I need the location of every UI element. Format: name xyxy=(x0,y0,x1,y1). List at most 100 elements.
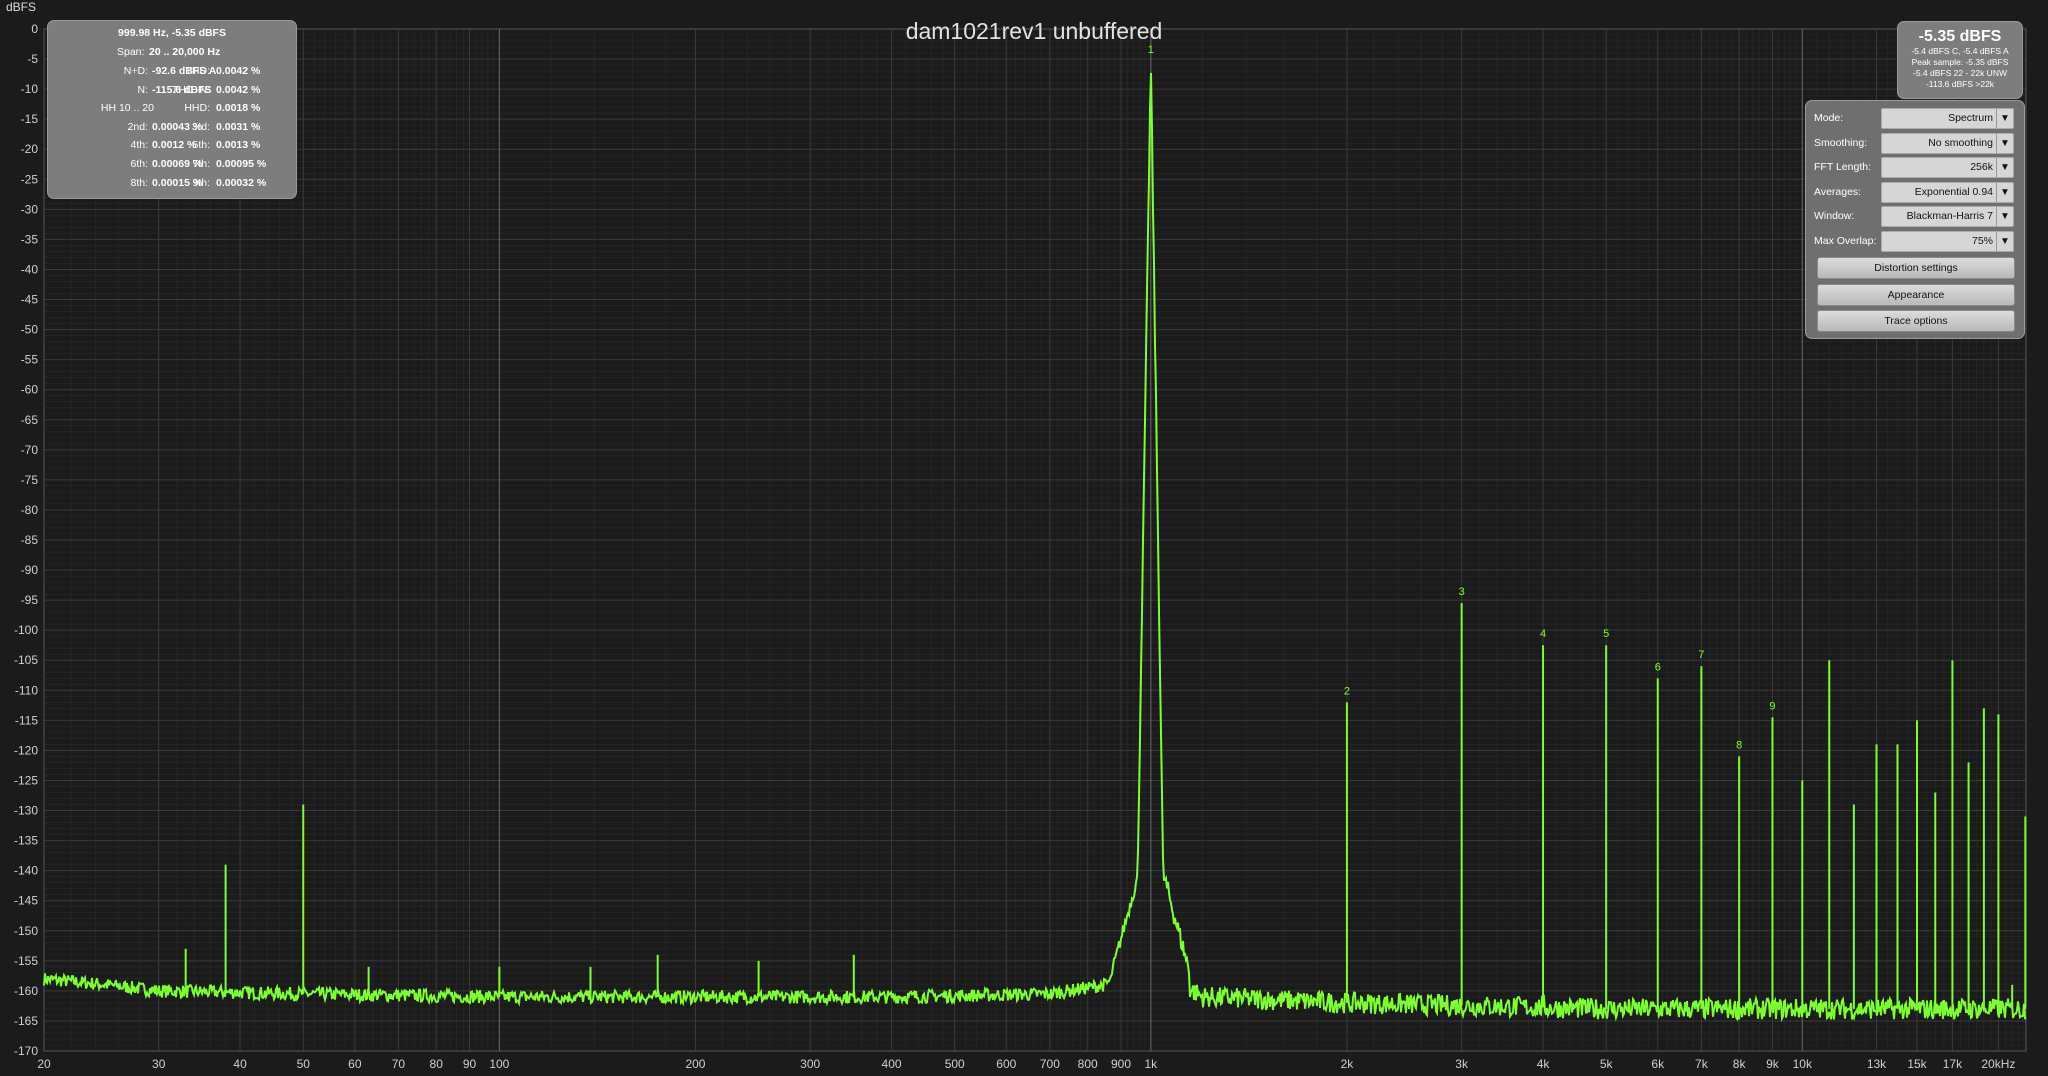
stats-row: HH 10 .. 20 HHD: 0.0018 % xyxy=(48,102,296,117)
setting-label: Averages: xyxy=(1814,185,1862,198)
setting-dropdown[interactable]: Exponential 0.94 ▼ xyxy=(1881,181,2014,203)
setting-row: Averages: Exponential 0.94 ▼ xyxy=(1806,181,2024,203)
harmonic-label: 9 xyxy=(1769,700,1775,712)
stats-row: 8th: 0.00015 % 9th: 0.00032 % xyxy=(48,177,296,192)
stats-row: 4th: 0.0012 % 5th: 0.0013 % xyxy=(48,139,296,154)
setting-dropdown[interactable]: No smoothing ▼ xyxy=(1881,132,2014,154)
y-tick-label: -85 xyxy=(21,533,39,547)
y-tick-label: -100 xyxy=(14,623,38,637)
y-tick-label: -130 xyxy=(14,804,38,818)
level-line-2: Peak sample: -5.35 dBFS xyxy=(1911,57,2009,67)
level-line-1: -5.4 dBFS C, -5.4 dBFS A xyxy=(1911,46,2009,56)
x-tick-label: 50 xyxy=(297,1057,311,1071)
stats-row: N+D: -92.6 dBFS A THD: 0.0042 % xyxy=(48,65,296,80)
x-tick-label: 400 xyxy=(882,1057,902,1071)
stat-value: 0.0042 % xyxy=(216,65,261,77)
setting-value: Exponential 0.94 xyxy=(1914,185,1993,198)
stat-label: 9th: xyxy=(192,176,210,189)
stats-header: 999.98 Hz, -5.35 dBFS xyxy=(48,27,296,42)
y-tick-label: -170 xyxy=(14,1044,38,1058)
trace-options-button[interactable]: Trace options xyxy=(1817,310,2015,332)
setting-dropdown[interactable]: 75% ▼ xyxy=(1881,231,2014,252)
stat-label: 3rd: xyxy=(191,120,210,133)
x-tick-label: 500 xyxy=(945,1057,965,1071)
stats-row: 2nd: 0.00043 % 3rd: 0.0031 % xyxy=(48,121,296,136)
x-tick-label: 900 xyxy=(1111,1057,1131,1071)
setting-value: No smoothing xyxy=(1928,136,1993,149)
stat-value: 0.0018 % xyxy=(216,102,261,115)
y-tick-label: -55 xyxy=(21,353,39,367)
stat-value: 0.00032 % xyxy=(216,176,267,189)
y-tick-label: -10 xyxy=(21,82,39,96)
y-tick-label: -45 xyxy=(21,293,39,307)
x-tick-label: 600 xyxy=(996,1057,1016,1071)
y-tick-label: -35 xyxy=(21,232,39,246)
x-tick-label: 60 xyxy=(348,1057,362,1071)
y-tick-label: -5 xyxy=(27,52,38,66)
stat-label: THD: xyxy=(185,65,211,77)
level-line-4: -113.6 dBFS >22k xyxy=(1925,79,1995,89)
y-tick-label: -125 xyxy=(14,773,38,787)
x-tick-label: 2k xyxy=(1341,1057,1355,1071)
y-tick-label: -20 xyxy=(21,142,39,156)
setting-label: FFT Length: xyxy=(1814,161,1872,174)
y-tick-label: -115 xyxy=(15,713,38,727)
setting-dropdown[interactable]: 256k ▼ xyxy=(1881,157,2014,179)
y-tick-label: -160 xyxy=(14,984,38,998)
x-tick-label: 300 xyxy=(800,1057,820,1071)
setting-value: 256k xyxy=(1970,161,1993,174)
harmonic-label: 6 xyxy=(1655,661,1661,673)
y-tick-label: -140 xyxy=(14,864,38,878)
chevron-down-icon: ▼ xyxy=(1996,207,2013,227)
y-tick-label: -110 xyxy=(15,683,38,697)
level-value: -5.35 dBFS xyxy=(1918,28,2002,45)
x-tick-label: 800 xyxy=(1078,1057,1098,1071)
spectrum-plot[interactable]: 0-5-10-15-20-25-30-35-40-45-50-55-60-65-… xyxy=(0,0,2048,1076)
stat-label: N: xyxy=(137,83,149,96)
stat-label: 8th: xyxy=(130,176,148,189)
x-tick-label: 10k xyxy=(1793,1057,1813,1071)
setting-label: Smoothing: xyxy=(1814,136,1868,149)
stat-label: 2nd: xyxy=(127,120,148,133)
x-tick-label: 90 xyxy=(463,1057,477,1071)
harmonic-label: 8 xyxy=(1736,739,1742,751)
setting-dropdown[interactable]: Blackman-Harris 7 ▼ xyxy=(1881,206,2014,228)
y-tick-label: -80 xyxy=(21,503,39,517)
x-tick-label: 70 xyxy=(392,1057,406,1071)
y-tick-label: -50 xyxy=(21,323,39,337)
stat-label: 5th: xyxy=(192,139,210,152)
y-tick-label: -150 xyxy=(14,924,38,938)
chevron-down-icon: ▼ xyxy=(1996,182,2013,202)
y-tick-label: -95 xyxy=(21,593,39,607)
chevron-down-icon: ▼ xyxy=(1996,109,2013,128)
y-tick-label: -135 xyxy=(14,834,38,848)
setting-row: FFT Length: 256k ▼ xyxy=(1806,157,2024,179)
x-tick-label: 4k xyxy=(1537,1057,1551,1071)
x-tick-label: 200 xyxy=(685,1057,705,1071)
level-meter-panel[interactable]: -5.35 dBFS -5.4 dBFS C, -5.4 dBFS A Peak… xyxy=(1897,21,2023,99)
appearance-button[interactable]: Appearance xyxy=(1817,283,2015,306)
x-tick-label: 20 xyxy=(37,1057,51,1071)
x-tick-label: 100 xyxy=(489,1057,509,1071)
level-line-3: -5.4 dBFS 22 - 22k UNW xyxy=(1912,68,2007,78)
distortion-settings-button[interactable]: Distortion settings xyxy=(1817,257,2015,279)
stat-label: 6th: xyxy=(130,158,148,170)
settings-panel: Mode: Spectrum ▼ Smoothing: No smoothing ▼ FFT… xyxy=(1805,100,2025,339)
x-tick-label: 6k xyxy=(1651,1057,1665,1071)
setting-row: Mode: Spectrum ▼ xyxy=(1806,108,2024,129)
setting-label: Mode: xyxy=(1814,112,1844,124)
y-tick-label: -65 xyxy=(21,413,39,427)
setting-label: Max Overlap: xyxy=(1814,235,1877,247)
y-tick-label: -75 xyxy=(21,473,39,487)
distortion-stats-panel[interactable]: 999.98 Hz, -5.35 dBFS Span: 20 .. 20,000… xyxy=(47,20,297,199)
setting-value: 75% xyxy=(1971,235,1993,247)
chevron-down-icon: ▼ xyxy=(1996,232,2013,251)
x-tick-label: 9k xyxy=(1766,1057,1780,1071)
x-tick-label: 15k xyxy=(1907,1057,1927,1071)
span-label: Span: xyxy=(117,46,145,58)
stat-label: THD+N: xyxy=(171,83,210,96)
y-tick-label: -165 xyxy=(14,1014,38,1028)
setting-dropdown[interactable]: Spectrum ▼ xyxy=(1881,108,2014,129)
x-tick-label: 700 xyxy=(1040,1057,1060,1071)
chevron-down-icon: ▼ xyxy=(1996,158,2013,178)
